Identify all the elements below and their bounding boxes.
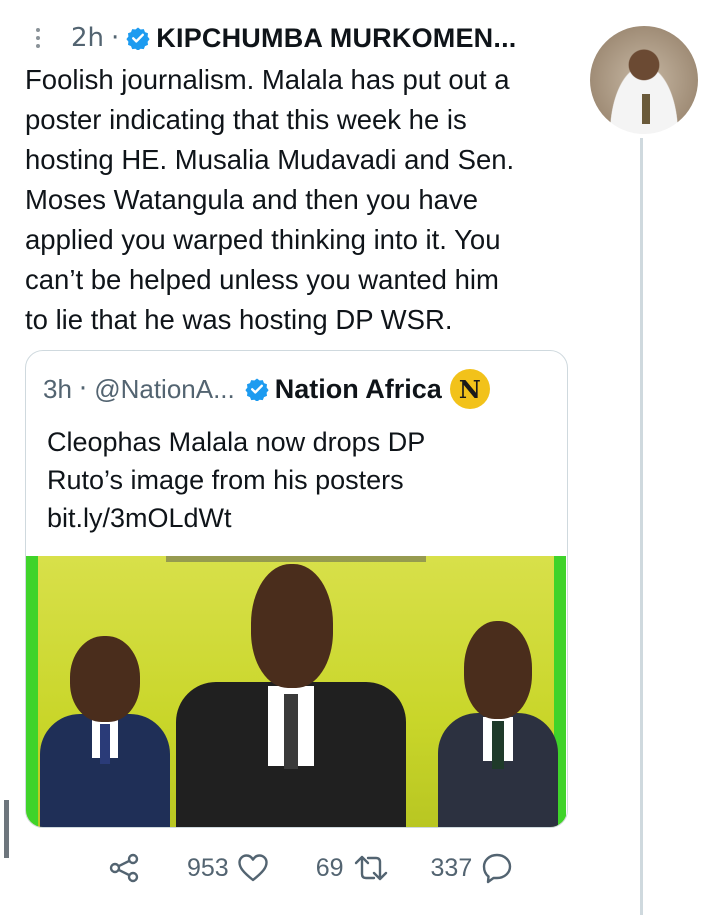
poster-person-center bbox=[176, 564, 406, 827]
quoted-tweet-time: 3h bbox=[43, 373, 72, 404]
tweet-body: Foolish journalism. Malala has put out a… bbox=[25, 60, 585, 340]
quoted-tweet-header: 3h · @NationA... Nation Africa N bbox=[43, 369, 490, 409]
share-icon bbox=[109, 853, 139, 883]
scroll-indicator bbox=[4, 800, 9, 858]
tweet-line: Moses Watangula and then you have bbox=[25, 184, 479, 215]
verified-badge-icon bbox=[126, 27, 150, 50]
header-separator: · bbox=[111, 23, 120, 53]
tweet-line: applied you warped thinking into it. You bbox=[25, 224, 501, 255]
thread-connector-line bbox=[640, 138, 643, 915]
reply-icon bbox=[483, 853, 512, 884]
share-button[interactable] bbox=[108, 852, 140, 884]
tweet-line: to lie that he was hosting DP WSR. bbox=[25, 304, 453, 335]
retweet-button[interactable]: 69 bbox=[316, 854, 389, 883]
poster-person-left bbox=[40, 636, 170, 827]
author-avatar[interactable] bbox=[590, 26, 698, 134]
poster-image[interactable] bbox=[26, 556, 566, 827]
quoted-tweet-line: Ruto’s image from his posters bbox=[47, 465, 404, 495]
reply-count: 337 bbox=[430, 853, 473, 882]
tweet-header: 2h · KIPCHUMBA MURKOMEN... bbox=[33, 18, 516, 58]
tweet-actions-bar: 953 69 337 bbox=[108, 848, 513, 888]
verified-badge-icon bbox=[245, 378, 269, 401]
tweet-time[interactable]: 2h bbox=[71, 23, 104, 53]
tweet-line: can’t be helped unless you wanted him bbox=[25, 264, 499, 295]
quoted-tweet-card[interactable]: 3h · @NationA... Nation Africa N Cleopha… bbox=[25, 350, 568, 828]
nation-africa-logo-icon: N bbox=[449, 369, 490, 409]
quoted-tweet-line: Cleophas Malala now drops DP bbox=[47, 427, 426, 457]
poster-border-left bbox=[26, 556, 38, 827]
tweet-line: poster indicating that this week he is bbox=[25, 104, 467, 135]
quoted-author-name: Nation Africa bbox=[274, 373, 442, 404]
quoted-author-handle: @NationA... bbox=[94, 373, 235, 404]
quoted-tweet-link[interactable]: bit.ly/3mOLdWt bbox=[47, 499, 547, 537]
more-options-icon[interactable] bbox=[33, 28, 43, 48]
retweet-count: 69 bbox=[315, 853, 344, 882]
retweet-icon bbox=[354, 855, 387, 881]
like-count: 953 bbox=[187, 853, 229, 882]
tweet-line: Foolish journalism. Malala has put out a bbox=[25, 64, 510, 95]
like-button[interactable]: 953 bbox=[187, 853, 269, 883]
quoted-header-separator: · bbox=[78, 374, 88, 404]
author-name[interactable]: KIPCHUMBA MURKOMEN... bbox=[156, 23, 516, 54]
reply-button[interactable]: 337 bbox=[431, 852, 514, 884]
heart-icon bbox=[238, 854, 268, 882]
avatar-tie-detail bbox=[642, 94, 650, 124]
tweet-line: hosting HE. Musalia Mudavadi and Sen. bbox=[25, 144, 515, 175]
quoted-tweet-body: Cleophas Malala now drops DP Ruto’s imag… bbox=[47, 423, 547, 537]
poster-person-right bbox=[438, 621, 558, 827]
poster-banner-text-cutoff bbox=[166, 556, 426, 562]
